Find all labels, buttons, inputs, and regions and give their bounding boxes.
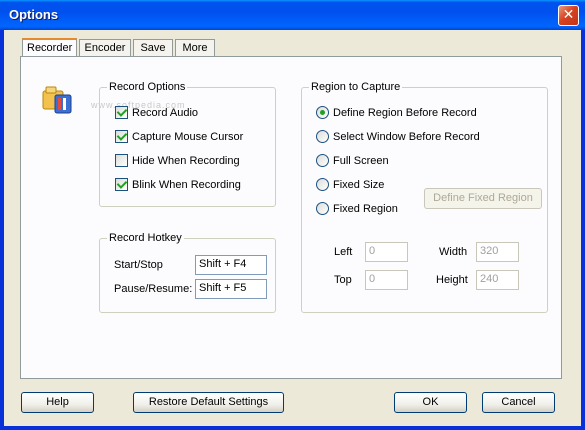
restore-default-settings-button[interactable]: Restore Default Settings <box>133 392 284 413</box>
tab-encoder[interactable]: Encoder <box>79 39 131 57</box>
capture-mouse-cursor-label: Capture Mouse Cursor <box>132 130 244 143</box>
checkbox-unchecked-icon <box>115 154 128 167</box>
define-region-before-record-label: Define Region Before Record <box>333 106 477 119</box>
tab-recorder[interactable]: Recorder <box>22 38 77 58</box>
record-hotkey-group: Record Hotkey Start/Stop Shift + F4 Paus… <box>99 232 276 313</box>
dialog-client: Recorder Encoder Save More www.softpedia… <box>4 30 581 426</box>
recorder-panel: www.softpedia.com Record Options Record … <box>20 56 562 379</box>
recorder-app-icon <box>41 85 75 115</box>
radio-selected-icon <box>316 106 329 119</box>
help-button[interactable]: Help <box>21 392 94 413</box>
checkbox-checked-icon <box>115 178 128 191</box>
tab-encoder-label: Encoder <box>84 42 126 54</box>
record-hotkey-title: Record Hotkey <box>107 232 184 244</box>
pause-resume-hotkey-field[interactable]: Shift + F5 <box>195 279 267 299</box>
select-window-before-record-label: Select Window Before Record <box>333 130 480 143</box>
fixed-size-radio[interactable]: Fixed Size <box>316 178 384 191</box>
record-audio-label: Record Audio <box>132 106 199 119</box>
left-field[interactable]: 0 <box>365 242 408 262</box>
checkbox-checked-icon <box>115 130 128 143</box>
radio-unselected-icon <box>316 178 329 191</box>
tab-recorder-label: Recorder <box>27 42 73 54</box>
tab-save-label: Save <box>140 42 166 54</box>
width-label: Width <box>439 246 468 258</box>
height-label: Height <box>436 274 468 286</box>
top-field[interactable]: 0 <box>365 270 408 290</box>
fixed-region-radio[interactable]: Fixed Region <box>316 202 398 215</box>
height-field[interactable]: 240 <box>476 270 519 290</box>
radio-unselected-icon <box>316 154 329 167</box>
fixed-size-label: Fixed Size <box>333 178 385 191</box>
full-screen-label: Full Screen <box>333 154 389 167</box>
define-fixed-region-button[interactable]: Define Fixed Region <box>424 188 542 209</box>
hide-when-recording-label: Hide When Recording <box>132 154 240 167</box>
fixed-region-label: Fixed Region <box>333 202 398 215</box>
blink-when-recording-label: Blink When Recording <box>132 178 241 191</box>
record-options-group: Record Options Record Audio Capture Mous… <box>99 81 276 207</box>
top-label: Top <box>334 274 352 286</box>
checkbox-checked-icon <box>115 106 128 119</box>
tab-save[interactable]: Save <box>133 39 173 57</box>
cancel-button[interactable]: Cancel <box>482 392 555 413</box>
hide-when-recording-checkbox[interactable]: Hide When Recording <box>115 154 240 167</box>
full-screen-radio[interactable]: Full Screen <box>316 154 389 167</box>
start-stop-label: Start/Stop <box>114 259 163 271</box>
record-options-title: Record Options <box>107 81 188 93</box>
close-button[interactable]: ✕ <box>558 5 579 26</box>
radio-unselected-icon <box>316 130 329 143</box>
capture-mouse-cursor-checkbox[interactable]: Capture Mouse Cursor <box>115 130 243 143</box>
pause-resume-label: Pause/Resume: <box>114 283 193 295</box>
radio-unselected-icon <box>316 202 329 215</box>
region-to-capture-group: Region to Capture Define Region Before R… <box>301 81 548 313</box>
region-to-capture-title: Region to Capture <box>309 81 403 93</box>
window-title: Options <box>9 7 59 22</box>
blink-when-recording-checkbox[interactable]: Blink When Recording <box>115 178 241 191</box>
options-window: Options ✕ Recorder Encoder Save More www… <box>0 0 585 430</box>
ok-button[interactable]: OK <box>394 392 467 413</box>
tab-more-label: More <box>182 42 208 54</box>
title-bar: Options ✕ <box>0 0 585 30</box>
select-window-before-record-radio[interactable]: Select Window Before Record <box>316 130 480 143</box>
define-region-before-record-radio[interactable]: Define Region Before Record <box>316 106 477 119</box>
start-stop-hotkey-field[interactable]: Shift + F4 <box>195 255 267 275</box>
width-field[interactable]: 320 <box>476 242 519 262</box>
left-label: Left <box>334 246 353 258</box>
tab-more[interactable]: More <box>175 39 215 57</box>
record-audio-checkbox[interactable]: Record Audio <box>115 106 198 119</box>
